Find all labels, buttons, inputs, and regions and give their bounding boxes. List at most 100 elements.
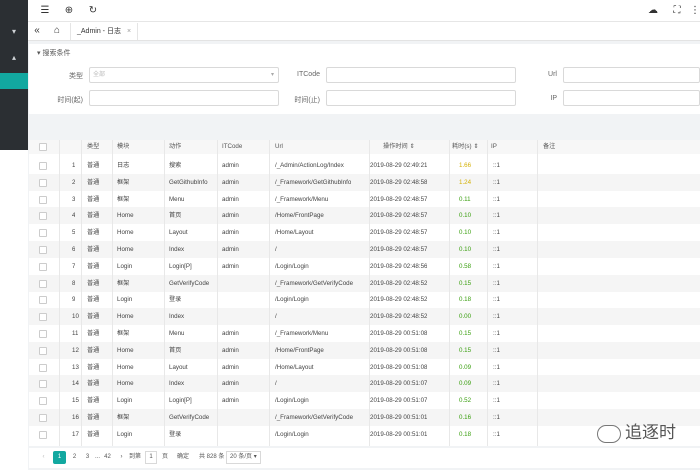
search-panel-title[interactable]: ▾ 搜索条件 bbox=[37, 48, 70, 58]
row-index: 16 bbox=[72, 414, 79, 421]
page-last-button[interactable]: 42 bbox=[101, 451, 114, 464]
cell-action: Menu bbox=[169, 330, 185, 337]
cell-url: /Login/Login bbox=[275, 262, 309, 270]
col-duration[interactable]: 耗时(s) ⇕ bbox=[452, 140, 479, 154]
cell-action: Index bbox=[169, 380, 185, 388]
cell-time: 2019-08-29 02:48:52 bbox=[370, 313, 428, 321]
table-row[interactable]: 2 普通 框架 GetGithubInfo admin /_Framework/GetGi… bbox=[29, 173, 700, 191]
table-row[interactable]: 7 普通 Login Login[P] admin/Login/Login 2019-08… bbox=[29, 258, 700, 275]
wechat-logo-icon bbox=[597, 424, 621, 443]
table-row[interactable]: 12 普通 Home 首页 admin/Home/FrontPage 2019-08-29… bbox=[29, 341, 700, 359]
home-icon[interactable]: ⌂ bbox=[50, 24, 64, 38]
sidebar-item-active[interactable] bbox=[0, 73, 28, 89]
table-row[interactable]: 3 普通 框架 Menu admin /_Framework/Menu 2019-08-29… bbox=[29, 191, 700, 208]
cell-ip: ::1 bbox=[493, 246, 500, 253]
cell-type: 普通 bbox=[87, 380, 100, 388]
goto-confirm-button[interactable]: 确定 bbox=[177, 451, 189, 464]
cell-duration: 0.18 bbox=[459, 296, 472, 304]
more-icon[interactable]: ⋮ bbox=[688, 4, 700, 18]
table-row[interactable]: 10 普通 Home Index / 2019-08-29 02:48:52 0.00::1 bbox=[29, 308, 700, 326]
sort-icon[interactable]: ⇕ bbox=[473, 143, 478, 150]
row-checkbox[interactable] bbox=[39, 229, 47, 238]
row-checkbox[interactable] bbox=[39, 346, 47, 355]
cell-action: Layout bbox=[169, 229, 188, 237]
sort-icon[interactable]: ⇕ bbox=[409, 143, 414, 150]
table-row[interactable]: 5 普通 Home Layout admin/Home/Layout 2019-08-29… bbox=[29, 224, 700, 241]
table-row[interactable]: 1 普通 日志 搜索 admin /_Admin/ActionLog/Index 2019-… bbox=[29, 157, 700, 174]
cell-module: 框架 bbox=[117, 195, 130, 203]
filter-url-input[interactable] bbox=[563, 67, 700, 83]
col-ip[interactable]: IP bbox=[491, 140, 497, 154]
filter-type-select[interactable]: 全部 ▾ bbox=[89, 67, 279, 83]
table-row[interactable]: 11 普通 框架 Menu admin /_Framework/Menu 2019-08-2… bbox=[29, 325, 700, 342]
prev-page-button[interactable]: ‹ bbox=[37, 451, 50, 464]
col-module[interactable]: 模块 bbox=[117, 140, 129, 154]
globe-icon[interactable]: ⊕ bbox=[62, 4, 76, 18]
page-1-button[interactable]: 1 bbox=[53, 451, 66, 464]
row-checkbox[interactable] bbox=[39, 313, 47, 322]
page-size-select[interactable]: 20 条/页 ▾ bbox=[226, 451, 261, 464]
refresh-icon[interactable]: ↻ bbox=[86, 4, 100, 18]
fullscreen-icon[interactable]: ⛶ bbox=[670, 4, 684, 18]
filter-start-time-input[interactable] bbox=[89, 90, 279, 106]
table-row[interactable]: 4 普通 Home 首页 admin/Home/FrontPage 2019-08-29 … bbox=[29, 207, 700, 225]
row-checkbox[interactable] bbox=[39, 178, 47, 187]
cell-url: / bbox=[275, 246, 277, 253]
filter-ip-input[interactable] bbox=[563, 90, 700, 106]
filter-type-label: 类型 bbox=[69, 73, 83, 80]
cell-type: 普通 bbox=[87, 296, 100, 304]
row-index: 12 bbox=[72, 346, 79, 354]
row-checkbox[interactable] bbox=[39, 380, 47, 389]
table-row[interactable]: 15 普通 Login Login[P] admin/Login/Login 2019-0… bbox=[29, 392, 700, 409]
menu-toggle-icon[interactable]: ☰ bbox=[38, 4, 52, 18]
sidebar-expand-icon[interactable]: ▾ bbox=[0, 24, 28, 40]
col-time[interactable]: 操作时间 ⇕ bbox=[383, 140, 415, 154]
cell-url: /Login/Login bbox=[275, 430, 309, 438]
next-page-button[interactable]: › bbox=[115, 451, 128, 464]
sidebar-collapse-icon[interactable]: ▴ bbox=[0, 50, 28, 66]
table-row[interactable]: 13 普通 Home Layout admin/Home/Layout 2019-08-2… bbox=[29, 359, 700, 376]
cell-action: 首页 bbox=[169, 212, 182, 220]
table-row[interactable]: 6 普通 Home Index admin / 2019-08-29 02:48:57 0.1… bbox=[29, 241, 700, 258]
pagination: ‹ 1 2 3 ... 42 › 到第 1 页 确定 共 828 条 20 条/… bbox=[29, 448, 700, 468]
cell-itcode: admin bbox=[222, 195, 239, 203]
row-checkbox[interactable] bbox=[39, 162, 47, 170]
row-checkbox[interactable] bbox=[39, 397, 47, 406]
cell-time: 2019-08-29 02:48:57 bbox=[370, 195, 428, 203]
row-checkbox[interactable] bbox=[39, 414, 47, 422]
filter-itcode-input[interactable] bbox=[326, 67, 516, 83]
row-checkbox[interactable] bbox=[39, 279, 47, 288]
table-row[interactable]: 14 普通 Home Index admin / 2019-08-29 00:51:07 0.… bbox=[29, 375, 700, 393]
col-action[interactable]: 动作 bbox=[169, 140, 181, 154]
goto-page-input[interactable]: 1 bbox=[145, 451, 157, 464]
tab-actionlog[interactable]: _Admin - 日志 × bbox=[70, 23, 139, 40]
col-url[interactable]: Url bbox=[275, 140, 283, 154]
table-row[interactable]: 9 普通 Login 登录/Login/Login 2019-08-29 02:48:5… bbox=[29, 291, 700, 308]
row-checkbox[interactable] bbox=[39, 195, 47, 204]
row-checkbox[interactable] bbox=[39, 330, 47, 338]
filter-end-time-input[interactable] bbox=[326, 90, 516, 106]
cell-time: 2019-08-29 02:48:57 bbox=[370, 246, 428, 253]
cell-type: 普通 bbox=[87, 162, 100, 169]
select-all-checkbox[interactable] bbox=[39, 143, 47, 151]
tab-close-icon[interactable]: × bbox=[127, 28, 131, 35]
row-index: 14 bbox=[72, 380, 79, 388]
tab-scroll-left-icon[interactable]: « bbox=[30, 24, 44, 38]
row-checkbox[interactable] bbox=[39, 262, 47, 271]
cell-ip: ::1 bbox=[493, 178, 500, 186]
row-checkbox[interactable] bbox=[39, 363, 47, 372]
cell-type: 普通 bbox=[87, 414, 100, 421]
row-checkbox[interactable] bbox=[39, 246, 47, 254]
cell-module: 框架 bbox=[117, 414, 130, 421]
col-itcode[interactable]: ITCode bbox=[222, 140, 242, 154]
page-2-button[interactable]: 2 bbox=[68, 451, 81, 464]
col-remark[interactable]: 备注 bbox=[543, 140, 555, 154]
col-type[interactable]: 类型 bbox=[87, 140, 99, 154]
row-checkbox[interactable] bbox=[39, 430, 47, 439]
table-row[interactable]: 8 普通 框架 GetVerifyCode /_Framework/GetVerifyC… bbox=[29, 274, 700, 292]
theme-icon[interactable]: ☁ bbox=[646, 4, 660, 18]
row-checkbox[interactable] bbox=[39, 212, 47, 221]
row-checkbox[interactable] bbox=[39, 296, 47, 305]
cell-module: Home bbox=[117, 363, 134, 371]
search-panel: ▾ 搜索条件 类型 全部 ▾ ITCode Url 时间(起) 时间(止) IP bbox=[29, 44, 700, 114]
